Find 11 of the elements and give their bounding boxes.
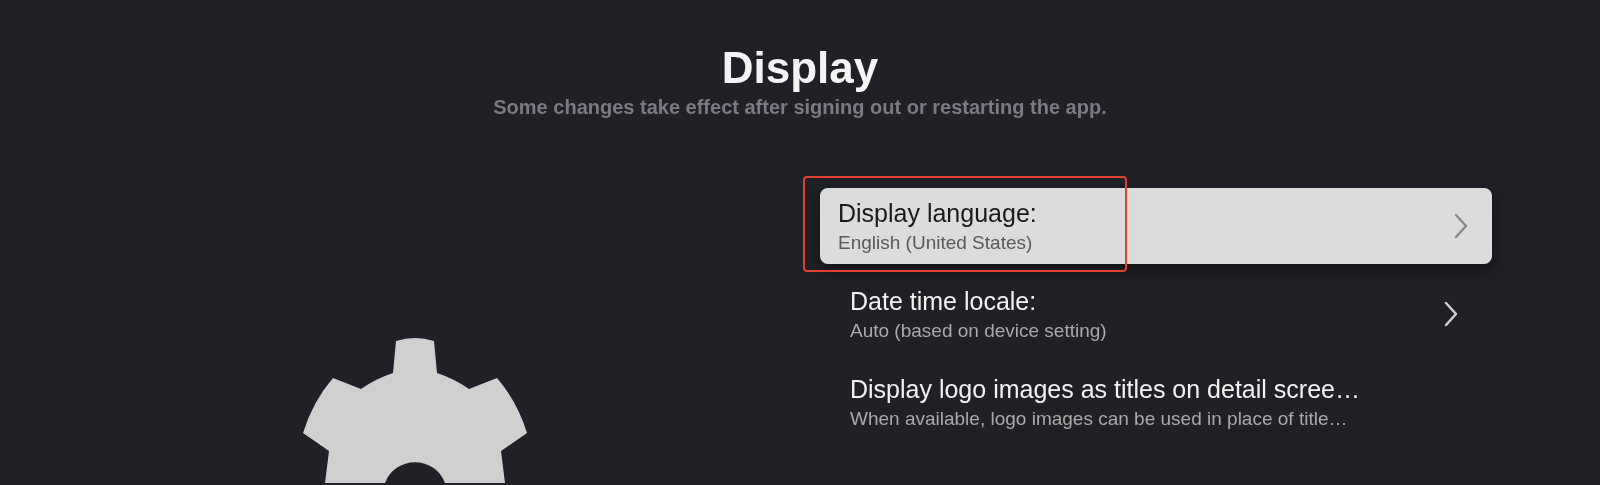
- setting-label: Display language:: [838, 198, 1037, 228]
- setting-value: English (United States): [838, 231, 1034, 254]
- settings-item[interactable]: Date time locale: Auto (based on device setting): [820, 276, 1492, 352]
- settings-item[interactable]: Display logo images as titles on detail scree… When available, logo images can be used in place of title…: [820, 364, 1492, 440]
- settings-item[interactable]: Display language: English (United States): [820, 188, 1492, 264]
- setting-value: When available, logo images can be used in place of title…: [850, 407, 1349, 430]
- setting-label: Display logo images as titles on detail scree…: [850, 374, 1360, 404]
- page-subtitle: Some changes take effect after signing out or restarting the app.: [493, 95, 1107, 120]
- page-title: Display: [721, 42, 879, 94]
- setting-label: Date time locale:: [850, 286, 1038, 316]
- setting-value: Auto (based on device setting): [850, 319, 1107, 342]
